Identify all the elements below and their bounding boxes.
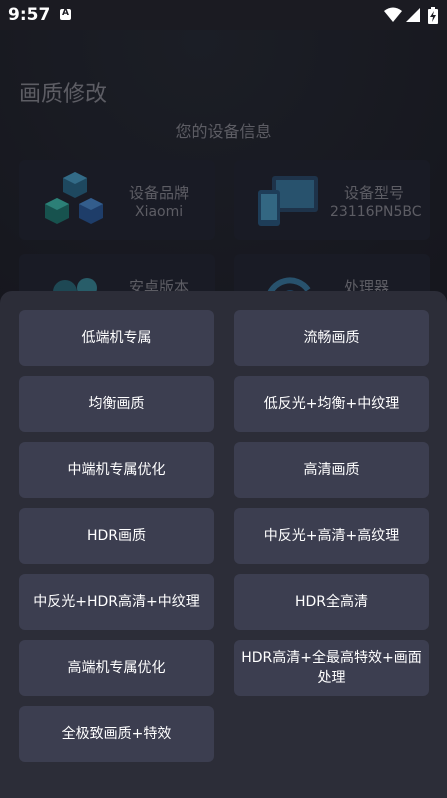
option-mid-reflect-hd[interactable]: 中反光+高清+高纹理 xyxy=(234,508,429,564)
status-time: 9:57 xyxy=(8,5,51,25)
wifi-icon xyxy=(384,7,402,22)
option-ultimate[interactable]: 全极致画质+特效 xyxy=(19,706,214,762)
option-high-end[interactable]: 高端机专属优化 xyxy=(19,640,214,696)
option-hdr-full-hd[interactable]: HDR全高清 xyxy=(234,574,429,630)
option-hd[interactable]: 高清画质 xyxy=(234,442,429,498)
status-bar: 9:57 xyxy=(0,0,447,30)
battery-charging-icon xyxy=(428,7,438,24)
quality-options-sheet: 低端机专属 流畅画质 均衡画质 低反光+均衡+中纹理 中端机专属优化 高清画质 … xyxy=(0,291,447,798)
option-hdr-max-effects[interactable]: HDR高清+全最高特效+画面处理 xyxy=(234,640,429,696)
option-smooth[interactable]: 流畅画质 xyxy=(234,310,429,366)
option-mid-reflect-hdr[interactable]: 中反光+HDR高清+中纹理 xyxy=(19,574,214,630)
option-mid-end[interactable]: 中端机专属优化 xyxy=(19,442,214,498)
option-balanced[interactable]: 均衡画质 xyxy=(19,376,214,432)
option-low-end[interactable]: 低端机专属 xyxy=(19,310,214,366)
accessibility-notification-icon xyxy=(60,8,71,20)
signal-icon xyxy=(406,8,420,22)
option-hdr[interactable]: HDR画质 xyxy=(19,508,214,564)
option-low-reflect-balanced[interactable]: 低反光+均衡+中纹理 xyxy=(234,376,429,432)
